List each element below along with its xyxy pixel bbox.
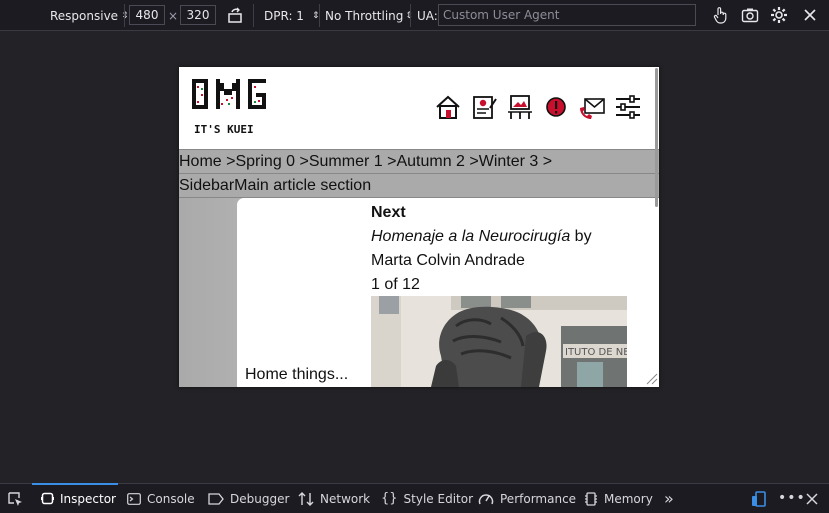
breadcrumb-summer[interactable]: Summer 1 > (309, 153, 397, 170)
next-link[interactable]: Next (371, 201, 592, 225)
dpr-label: DPR: 1 (264, 8, 304, 23)
rotate-icon[interactable] (226, 6, 244, 24)
contact-icon[interactable] (579, 94, 605, 120)
throttling-label: No Throttling (325, 8, 404, 23)
tab-memory[interactable]: Memory (584, 484, 653, 513)
responsive-toolbar: Responsive ⇕ 480 × 320 DPR: 1 ⇕ No Throt… (0, 0, 829, 31)
responsive-mode-icon[interactable] (750, 490, 768, 508)
height-input[interactable]: 320 (180, 5, 216, 25)
times-sign: × (168, 8, 179, 23)
breadcrumb: Home >Spring 0 >Summer 1 >Autumn 2 >Wint… (179, 149, 659, 174)
gallery-icon[interactable] (507, 94, 533, 120)
section-labels: SidebarMain article section (179, 174, 659, 198)
by-label: by (570, 228, 592, 245)
tab-console[interactable]: Console (127, 484, 195, 513)
viewport-scrollbar[interactable] (655, 68, 658, 207)
ua-label: UA: (417, 8, 438, 23)
tab-debugger[interactable]: Debugger (208, 484, 289, 513)
article-section: Next Homenaje a la Neurocirugía by Marta… (371, 201, 592, 297)
width-input[interactable]: 480 (129, 5, 165, 25)
tab-style-editor[interactable]: {} Style Editor (381, 484, 473, 513)
tab-label: Console (147, 491, 195, 506)
sculpture-photo[interactable]: ITUTO DE NE (371, 296, 627, 387)
artwork-title: Homenaje a la Neurocirugía (371, 228, 571, 245)
device-selector[interactable]: Responsive ⇕ (50, 0, 129, 31)
settings-sliders-icon[interactable] (615, 94, 641, 120)
debugger-icon (208, 492, 224, 505)
performance-icon (478, 493, 494, 504)
console-icon (127, 492, 141, 505)
breadcrumb-home[interactable]: Home > (179, 153, 235, 170)
tab-label: Inspector (60, 491, 116, 506)
tab-label: Network (320, 491, 371, 506)
tab-inspector[interactable]: Inspector (32, 483, 118, 512)
tab-performance[interactable]: Performance (478, 484, 576, 513)
devtools-tabbar: Inspector Console Debugger Network {} St… (0, 483, 829, 513)
info-icon[interactable] (543, 94, 569, 120)
logo-tagline: IT'S KUEI (194, 123, 254, 136)
home-icon[interactable] (435, 94, 461, 120)
element-picker-icon[interactable] (7, 491, 23, 507)
sidebar-text: Home things... (245, 366, 349, 383)
tab-network[interactable]: Network (298, 484, 370, 513)
tab-label: Memory (604, 491, 653, 506)
breadcrumb-spring[interactable]: Spring 0 > (235, 153, 308, 170)
tab-label: Debugger (230, 491, 290, 506)
gear-icon[interactable] (770, 6, 788, 24)
memory-icon (585, 491, 597, 506)
network-icon (298, 491, 314, 506)
tab-label: Performance (500, 491, 577, 506)
emulated-viewport: IT'S KUEI Home >Spring 0 >Summer 1 >Autu… (179, 67, 659, 387)
device-label: Responsive (50, 8, 119, 23)
touch-simulation-icon[interactable] (711, 6, 729, 24)
tab-label: Style Editor (403, 491, 474, 506)
close-icon[interactable] (801, 6, 819, 24)
svg-text:ITUTO DE NE: ITUTO DE NE (565, 347, 627, 358)
artist-name: Marta Colvin Andrade (371, 252, 525, 269)
breadcrumb-autumn[interactable]: Autumn 2 > (396, 153, 478, 170)
style-editor-icon: {} (381, 491, 398, 506)
more-tabs-chevron-icon[interactable]: » (664, 484, 674, 513)
resize-handle-icon[interactable] (645, 372, 658, 385)
close-devtools-icon[interactable] (805, 492, 819, 506)
screenshot-icon[interactable] (741, 6, 759, 24)
site-logo[interactable]: IT'S KUEI (192, 77, 270, 137)
more-options-icon[interactable]: ••• (778, 490, 806, 506)
breadcrumb-winter[interactable]: Winter 3 > (479, 153, 552, 170)
dpr-selector[interactable]: DPR: 1 ⇕ (264, 0, 319, 31)
guestbook-icon[interactable] (471, 94, 497, 120)
throttling-selector[interactable]: No Throttling ⇕ (325, 0, 413, 31)
slide-counter: 1 of 12 (371, 276, 420, 293)
inspector-icon (41, 492, 54, 505)
user-agent-input[interactable]: Custom User Agent (438, 4, 696, 26)
